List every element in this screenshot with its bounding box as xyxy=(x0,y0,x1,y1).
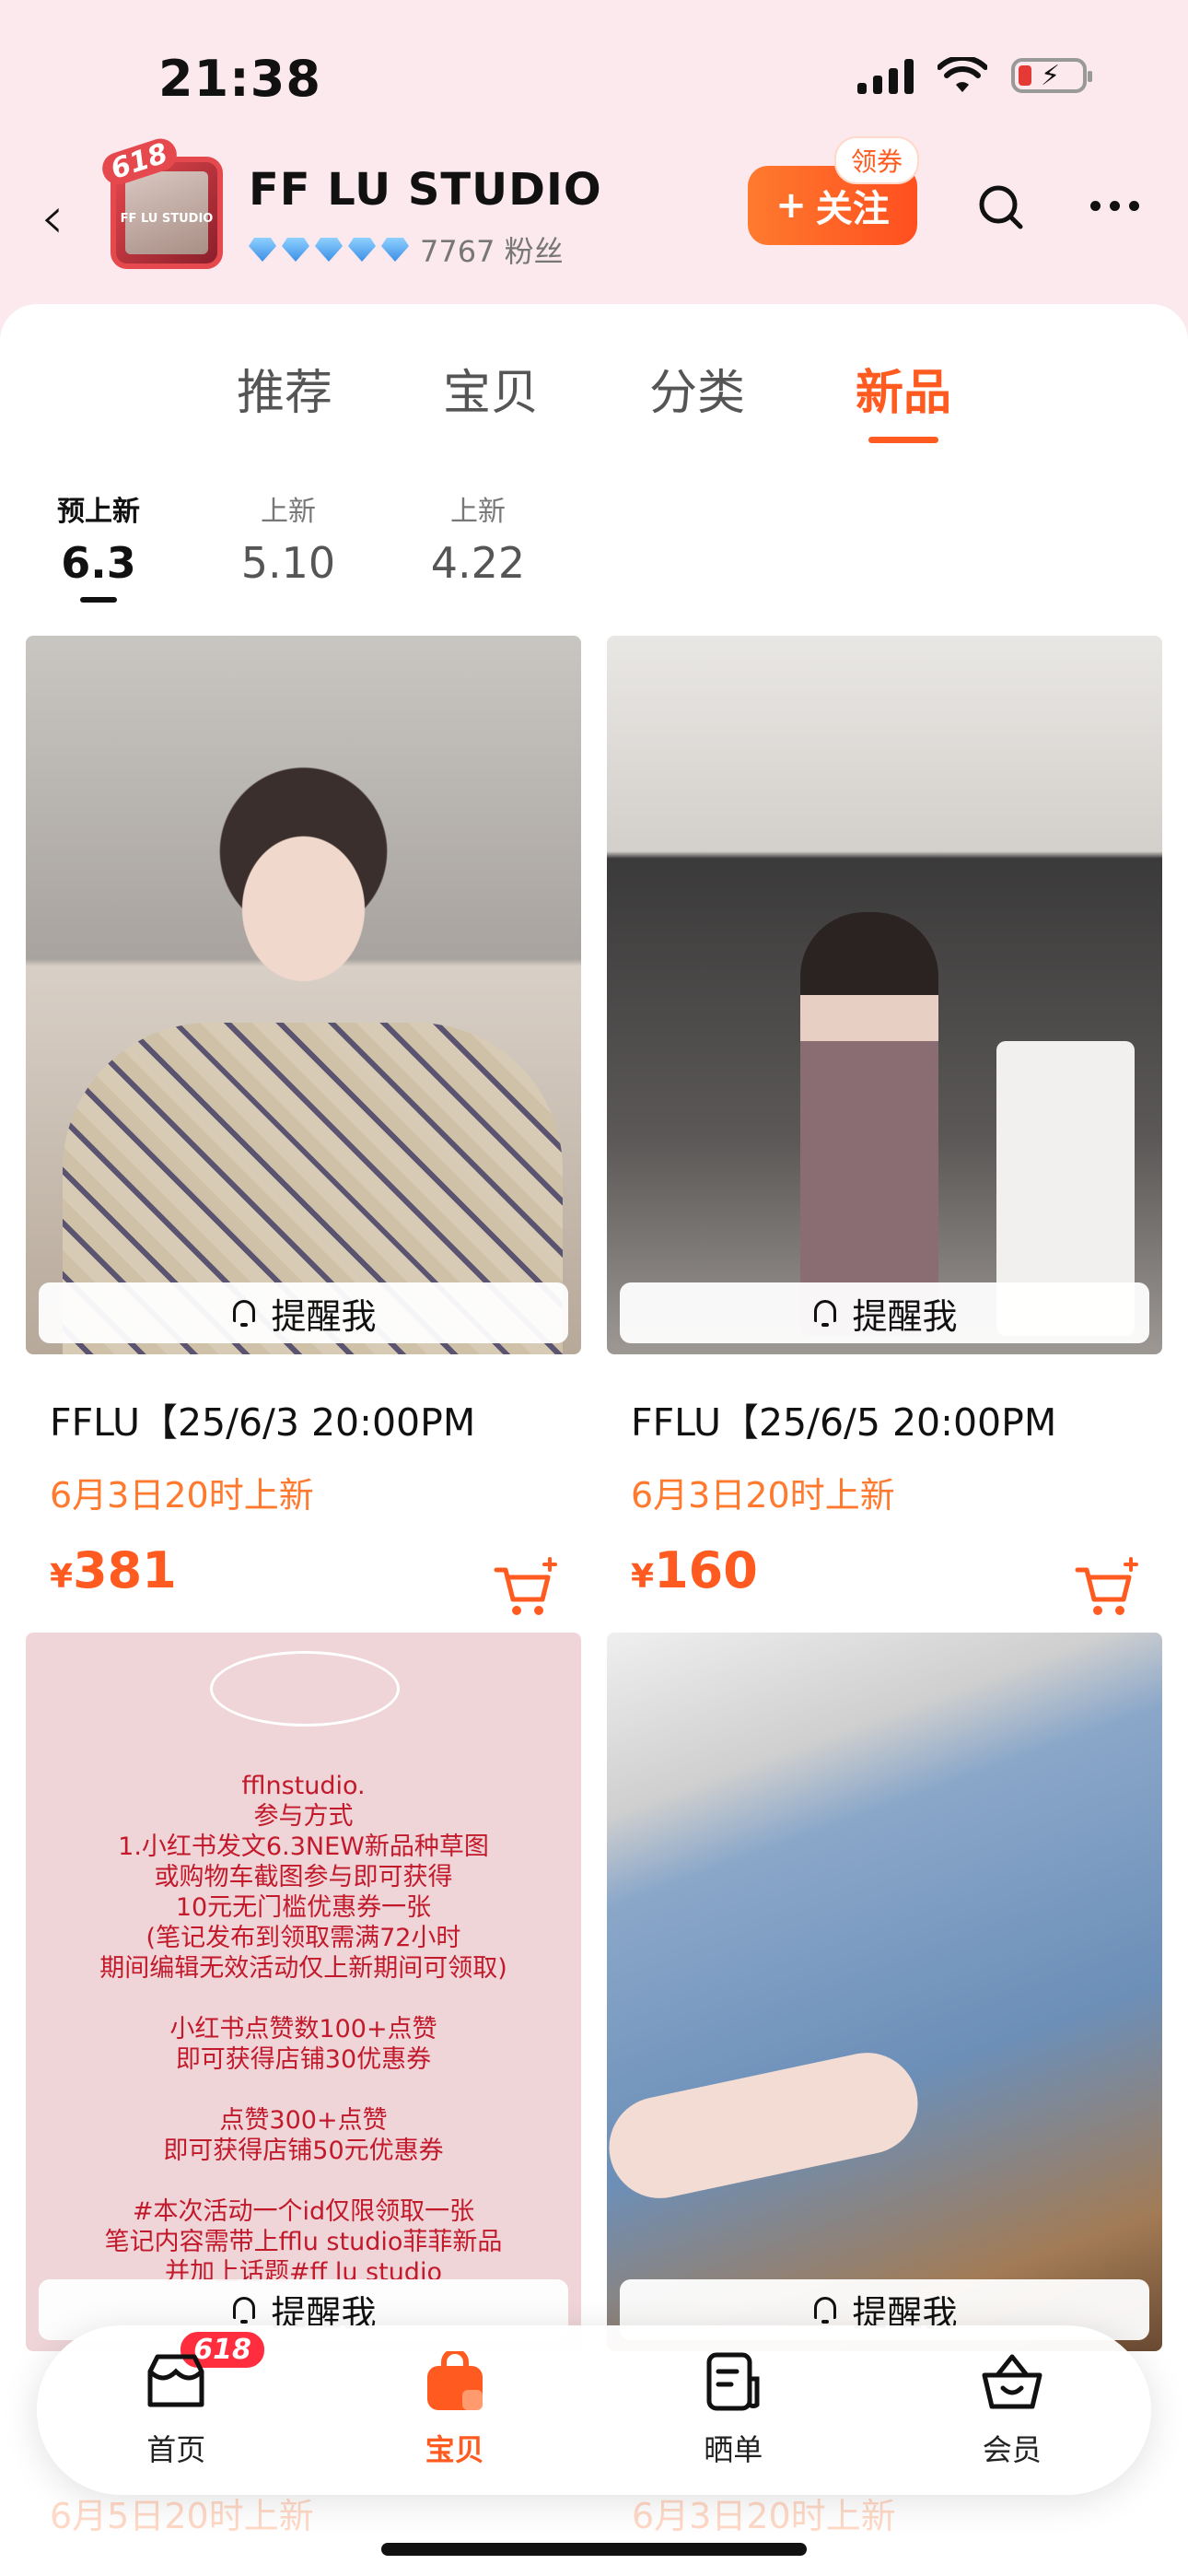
shop-name[interactable]: FF LU STUDIO xyxy=(249,164,602,216)
add-to-cart-icon[interactable] xyxy=(1074,1557,1140,1618)
date-tab-kind: 上新 xyxy=(261,496,316,528)
bell-icon xyxy=(230,2295,258,2324)
bell-icon xyxy=(811,1298,839,1328)
tabbar-items[interactable]: 宝贝 xyxy=(372,2348,538,2469)
tab-category[interactable]: 分类 xyxy=(649,354,745,423)
remind-label: 提醒我 xyxy=(271,1295,377,1337)
signal-icon xyxy=(857,57,914,94)
status-icons: ⚡ xyxy=(857,57,1092,94)
date-tab-kind: 上新 xyxy=(450,496,506,528)
tabbar-label: 晒单 xyxy=(704,2432,763,2467)
status-time: 21:38 xyxy=(158,50,321,108)
product-launch-time: 6月3日20时上新 xyxy=(50,1475,314,1516)
shop-header: ‹ FF LU STUDIO 618 FF LU STUDIO 7767 粉丝 … xyxy=(0,135,1188,304)
back-icon[interactable]: ‹ xyxy=(41,184,64,252)
date-tab[interactable]: 预上新 6.3 xyxy=(37,488,160,603)
product-title[interactable]: FFLU【25/6/5 20:00PM xyxy=(631,1391,1162,1446)
product-launch-time: 6月3日20时上新 xyxy=(631,1475,895,1516)
tabbar-home[interactable]: 618 首页 xyxy=(93,2329,267,2469)
shop-tabs: 推荐 宝贝 分类 新品 xyxy=(0,354,1188,443)
tabbar-label: 首页 xyxy=(146,2432,206,2467)
product-title[interactable]: FFLU【25/6/3 20:00PM xyxy=(50,1391,581,1446)
product-launch-time: 6月3日20时上新 xyxy=(632,2496,896,2536)
search-icon[interactable] xyxy=(976,182,1024,230)
wifi-icon xyxy=(938,57,987,92)
diamond-icon xyxy=(381,238,409,262)
member-basket-icon xyxy=(982,2354,1042,2409)
product-card[interactable]: 提醒我 FFLU【25/6/5 20:00PM 6月3日20时上新 ¥160 xyxy=(607,636,1162,1615)
diamond-icon xyxy=(249,238,276,262)
tabbar-member[interactable]: 会员 xyxy=(929,2351,1095,2469)
shop-meta: 7767 粉丝 xyxy=(249,228,564,271)
product-card[interactable]: 提醒我 xyxy=(607,1633,1162,2351)
price-value: 160 xyxy=(654,1541,758,1599)
main-panel: 推荐 宝贝 分类 新品 预上新 6.3 上新 5.10 上新 4.22 提醒我 xyxy=(0,304,1188,2576)
diamond-icon xyxy=(348,238,376,262)
bell-icon xyxy=(811,2295,839,2324)
add-to-cart-icon[interactable] xyxy=(493,1557,559,1618)
product-image[interactable]: 提醒我 xyxy=(26,636,581,1354)
remind-label: 提醒我 xyxy=(852,1295,958,1337)
date-tab[interactable]: 上新 4.22 xyxy=(416,488,540,603)
remind-button[interactable]: 提醒我 xyxy=(39,1282,568,1343)
bell-icon xyxy=(230,1298,258,1328)
battery-icon: ⚡ xyxy=(1011,58,1092,93)
product-image[interactable]: 提醒我 xyxy=(607,636,1162,1354)
currency-symbol: ¥ xyxy=(631,1558,655,1596)
product-card[interactable]: 提醒我 FFLU【25/6/3 20:00PM 6月3日20时上新 ¥381 xyxy=(26,636,581,1615)
more-icon[interactable] xyxy=(1090,201,1139,211)
product-card[interactable]: fflnstudio. 参与方式 1.小红书发文6.3NEW新品种草图 或购物车… xyxy=(26,1633,581,2351)
currency-symbol: ¥ xyxy=(50,1558,74,1596)
coupon-tag[interactable]: 领券 xyxy=(834,136,920,184)
diamond-icon xyxy=(282,238,309,262)
tab-items[interactable]: 宝贝 xyxy=(443,354,539,423)
tabbar-label: 宝贝 xyxy=(425,2432,484,2467)
date-tab-date: 6.3 xyxy=(61,538,136,588)
review-note-icon xyxy=(706,2352,760,2411)
promo-poster-text: fflnstudio. 参与方式 1.小红书发文6.3NEW新品种草图 或购物车… xyxy=(99,1772,507,2287)
date-tab-date: 4.22 xyxy=(430,538,526,588)
tabbar-reviews[interactable]: 晒单 xyxy=(650,2351,816,2469)
date-tab-date: 5.10 xyxy=(240,538,336,588)
tab-new[interactable]: 新品 xyxy=(856,354,951,443)
shopping-bag-icon xyxy=(426,2348,483,2410)
product-image[interactable]: 提醒我 xyxy=(607,1633,1162,2351)
product-launch-time: 6月5日20时上新 xyxy=(50,2496,314,2536)
tab-recommend[interactable]: 推荐 xyxy=(237,354,332,423)
shop-logo-text: FF LU STUDIO xyxy=(120,212,214,226)
diamond-icon xyxy=(315,238,343,262)
follow-label: 关注 xyxy=(815,188,890,230)
date-tabs: 预上新 6.3 上新 5.10 上新 4.22 xyxy=(37,488,540,603)
plus-icon: + xyxy=(775,184,807,227)
product-image[interactable]: fflnstudio. 参与方式 1.小红书发文6.3NEW新品种草图 或购物车… xyxy=(26,1633,581,2351)
date-tab-kind: 预上新 xyxy=(57,496,140,528)
price-value: 381 xyxy=(73,1541,177,1599)
home-shop-icon xyxy=(147,2354,204,2407)
remind-button[interactable]: 提醒我 xyxy=(620,1282,1149,1343)
date-tab[interactable]: 上新 5.10 xyxy=(227,488,350,603)
home-indicator[interactable] xyxy=(381,2543,807,2556)
bottom-tab-bar: 618 首页 宝贝 晒单 会员 xyxy=(37,2325,1151,2495)
tabbar-label: 会员 xyxy=(982,2432,1042,2467)
follower-count: 7767 粉丝 xyxy=(420,234,564,269)
status-bar: 21:38 ⚡ xyxy=(0,0,1188,157)
tulip-logo xyxy=(210,1651,400,1727)
